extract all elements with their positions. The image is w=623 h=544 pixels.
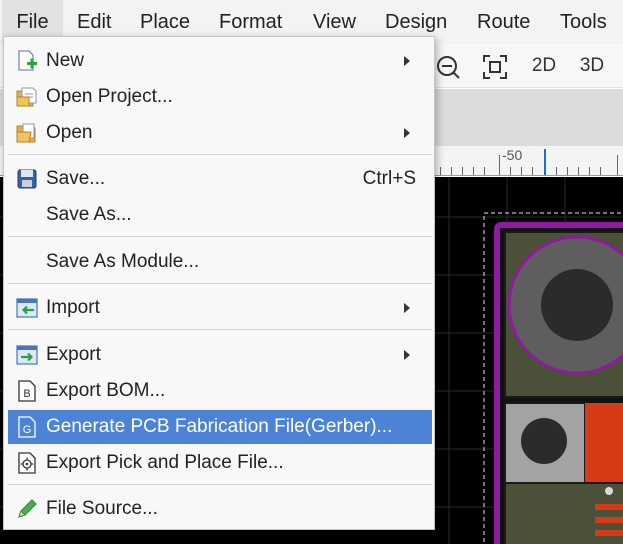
open-project-icon (16, 87, 37, 107)
menu-item-open-project[interactable]: Open Project... (8, 81, 432, 113)
menu-item-export[interactable]: Export (8, 339, 432, 371)
menu-item-save-as-module[interactable]: Save As Module... (8, 246, 432, 278)
menu-separator (8, 484, 432, 485)
pencil-icon (18, 499, 37, 518)
submenu-arrow-icon (404, 56, 410, 66)
export-icon (16, 345, 38, 365)
submenu-arrow-icon (404, 350, 410, 360)
menu-item-label: Open (46, 122, 93, 143)
menu-separator (8, 283, 432, 284)
menu-item-import[interactable]: Import (8, 292, 432, 324)
menu-item-new[interactable]: New (8, 45, 432, 77)
view-2d-button[interactable]: 2D (526, 48, 562, 84)
zoom-out-button[interactable] (432, 48, 464, 84)
menu-item-label: Export BOM... (46, 380, 166, 401)
fit-view-button[interactable] (480, 48, 510, 84)
svg-text:B: B (23, 388, 30, 400)
view-3d-button[interactable]: 3D (574, 48, 610, 84)
menu-route[interactable]: Route (477, 0, 530, 44)
menu-item-generate-gerber[interactable]: G Generate PCB Fabrication File(Gerber).… (8, 410, 432, 444)
menu-item-label: Open Project... (46, 86, 173, 107)
menu-item-label: File Source... (46, 498, 158, 519)
menu-item-export-pick-place[interactable]: Export Pick and Place File... (8, 447, 432, 479)
menu-item-file-source[interactable]: File Source... (8, 493, 432, 525)
save-shortcut: Ctrl+S (362, 168, 416, 189)
menu-tools[interactable]: Tools (560, 0, 607, 44)
menu-item-label: Generate PCB Fabrication File(Gerber)... (46, 416, 393, 437)
fit-view-icon (483, 55, 507, 79)
zoom-out-icon (437, 56, 460, 79)
menu-item-label: Import (46, 297, 100, 318)
file-menu-dropdown: New Open Project... Open Save... Ctrl+S (3, 36, 435, 530)
menu-item-label: Export Pick and Place File... (46, 452, 284, 473)
menu-item-label: Save As Module... (46, 251, 200, 272)
pick-place-icon (18, 452, 36, 474)
new-file-icon (18, 50, 37, 71)
submenu-arrow-icon (404, 128, 410, 138)
open-folder-icon (16, 123, 36, 143)
svg-text:G: G (23, 424, 32, 436)
save-disk-icon (17, 169, 37, 189)
menu-item-label: Save... (46, 168, 106, 189)
menu-separator (8, 154, 432, 155)
menu-item-save[interactable]: Save... Ctrl+S (8, 163, 432, 195)
menu-item-save-as[interactable]: Save As... (8, 199, 432, 231)
menu-separator (8, 329, 432, 330)
bom-icon: B (18, 380, 36, 402)
menu-item-open[interactable]: Open (8, 117, 432, 149)
cursor-position-marker (544, 149, 546, 175)
menu-item-label: Save As... (46, 204, 132, 225)
ruler-label: -50 (502, 147, 523, 163)
menu-item-export-bom[interactable]: B Export BOM... (8, 375, 432, 407)
gerber-icon: G (18, 416, 36, 438)
submenu-arrow-icon (404, 303, 410, 313)
menu-separator (8, 236, 432, 237)
import-icon (16, 298, 38, 318)
menu-item-label: Export (46, 344, 101, 365)
menu-item-label: New (46, 50, 85, 71)
